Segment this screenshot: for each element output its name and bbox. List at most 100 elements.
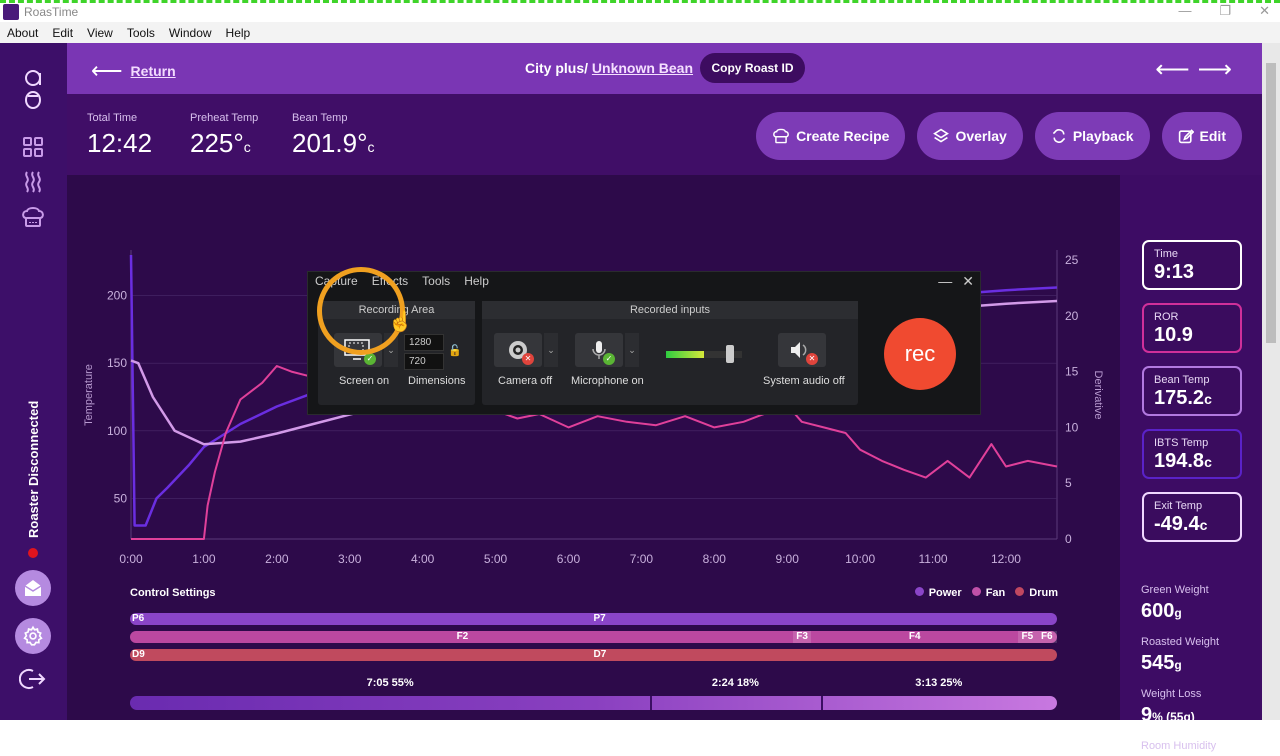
- recorder-menu-help[interactable]: Help: [457, 272, 496, 292]
- breadcrumb-bean-link[interactable]: Unknown Bean: [592, 60, 693, 76]
- drum-segment-label: D9: [132, 649, 145, 660]
- recipe-chef-icon[interactable]: [18, 202, 48, 232]
- x-tick-label: 7:00: [630, 552, 654, 566]
- power-control-bar[interactable]: P6 P7: [130, 613, 1057, 625]
- roast-phase-bar: [130, 696, 1057, 710]
- fan-segment-label: F6: [1036, 631, 1057, 643]
- x-badge-icon: ✕: [522, 353, 534, 365]
- mic-volume-slider[interactable]: [666, 345, 742, 363]
- x-tick-label: 12:00: [991, 552, 1021, 566]
- phase-duration-label: 3:13 25%: [915, 677, 963, 689]
- control-legend: Power Fan Drum: [914, 587, 1058, 599]
- window-title: RoasTime: [24, 5, 79, 19]
- camera-status-label: Camera off: [498, 375, 553, 387]
- settings-button[interactable]: [15, 618, 51, 654]
- live-readings-panel: Time 9:13 ROR 10.9 Bean Temp 175.2c IBTS Temp 1…: [1120, 175, 1262, 752]
- app-root: Roaster Disconnected ⟵ Return City plus/…: [0, 43, 1262, 752]
- drum-control-bar[interactable]: D9 D7: [130, 649, 1057, 661]
- roast-heat-icon[interactable]: [18, 167, 48, 197]
- camera-dropdown-button[interactable]: ⌄: [544, 333, 558, 367]
- y2-tick-label: 20: [1065, 309, 1079, 323]
- maximize-icon[interactable]: ❐: [1219, 3, 1231, 19]
- reading-value: 10.9: [1154, 324, 1193, 346]
- close-icon[interactable]: ✕: [1259, 3, 1270, 19]
- minimize-icon[interactable]: —: [1178, 3, 1191, 19]
- menu-view[interactable]: View: [80, 26, 120, 40]
- system-audio-status-label: System audio off: [763, 375, 845, 387]
- overlay-label: Overlay: [955, 128, 1007, 144]
- menu-edit[interactable]: Edit: [45, 26, 80, 40]
- camera-toggle-button[interactable]: ✕: [494, 333, 542, 367]
- width-input[interactable]: 1280: [404, 334, 444, 351]
- recorder-close-icon[interactable]: ✕: [962, 273, 974, 290]
- reading-card-exit-temp: Exit Temp -49.4c: [1142, 492, 1242, 542]
- top-bar: ⟵ Return City plus/ Unknown Bean Copy Ro…: [67, 43, 1262, 94]
- overlay-button[interactable]: Overlay: [917, 112, 1023, 160]
- brand-logo-icon: [18, 65, 48, 113]
- stat-label: Bean Temp: [292, 112, 348, 124]
- fan-control-bar[interactable]: F2 F3 F4 F5 F6: [130, 631, 1057, 643]
- reading-label: IBTS Temp: [1154, 437, 1209, 449]
- menu-tools[interactable]: Tools: [120, 26, 162, 40]
- create-recipe-button[interactable]: Create Recipe: [756, 112, 906, 160]
- recorded-inputs-group: Recorded inputs ✕ ⌄ ✓ ⌄ ✕ Camera off Mic…: [482, 301, 858, 405]
- menu-window[interactable]: Window: [162, 26, 219, 40]
- playback-button[interactable]: Playback: [1034, 112, 1150, 160]
- menubar: About Edit View Tools Window Help: [0, 22, 1280, 43]
- screen-recorder-window: Capture Effects Tools Help — ✕ Recording…: [307, 271, 981, 415]
- fan-segment-label: F4: [908, 631, 921, 642]
- weight-weight-loss: Weight Loss 9% (55g): [1141, 688, 1201, 727]
- menu-help[interactable]: Help: [219, 26, 258, 40]
- dashboard-grid-icon[interactable]: [18, 132, 48, 162]
- reading-label: Bean Temp: [1154, 374, 1210, 386]
- next-roast-arrow-icon[interactable]: ⟶: [1198, 55, 1232, 84]
- recorded-inputs-header: Recorded inputs: [482, 301, 858, 319]
- system-audio-toggle-button[interactable]: ✕: [778, 333, 826, 367]
- edit-button[interactable]: Edit: [1161, 112, 1242, 160]
- copy-roast-id-button[interactable]: Copy Roast ID: [700, 53, 805, 83]
- y-tick-label: 50: [114, 491, 128, 505]
- fan-segment-label: F3: [792, 631, 812, 643]
- scrollbar-thumb[interactable]: [1266, 63, 1276, 343]
- window-titlebar: RoasTime — ❐ ✕: [0, 0, 1280, 22]
- microphone-dropdown-button[interactable]: ⌄: [625, 333, 639, 367]
- stat-label: Preheat Temp: [190, 112, 259, 124]
- phase-divider: [650, 696, 653, 710]
- lock-aspect-icon[interactable]: 🔓: [448, 344, 462, 357]
- roaster-status: Roaster Disconnected: [23, 398, 43, 543]
- power-segment-label: P7: [593, 613, 606, 624]
- stat-value: 225°c: [190, 128, 258, 159]
- x-tick-label: 2:00: [265, 552, 289, 566]
- weight-label: Weight Loss: [1141, 688, 1202, 700]
- recorder-menu-tools[interactable]: Tools: [415, 272, 457, 292]
- y2-axis-label: Derivative: [1092, 371, 1104, 420]
- x-tick-label: 5:00: [484, 552, 508, 566]
- mic-volume-handle[interactable]: [726, 345, 734, 363]
- x-tick-label: 9:00: [776, 552, 800, 566]
- phase-rate-label: 8C/ Min: [919, 721, 959, 733]
- x-tick-label: 1:00: [192, 552, 216, 566]
- weight-label: Roasted Weight: [1141, 636, 1220, 648]
- record-button[interactable]: rec: [884, 318, 956, 390]
- window-scrollbar[interactable]: [1262, 43, 1280, 720]
- recorder-minimize-icon[interactable]: —: [938, 273, 952, 290]
- breadcrumb: City plus/ Unknown Bean: [525, 60, 693, 76]
- inbox-button[interactable]: [15, 570, 51, 606]
- return-link[interactable]: ⟵ Return: [91, 58, 176, 84]
- previous-roast-arrow-icon[interactable]: ⟵: [1155, 55, 1189, 84]
- legend-power: Power: [914, 587, 962, 599]
- stat-total-time: Total Time 12:42: [87, 112, 152, 159]
- y2-tick-label: 0: [1065, 532, 1072, 546]
- weight-roasted-weight: Roasted Weight 545g: [1141, 636, 1219, 675]
- x-tick-label: 3:00: [338, 552, 362, 566]
- height-input[interactable]: 720: [404, 353, 444, 370]
- logout-icon[interactable]: [18, 664, 48, 694]
- y-axis-label: Temperature: [83, 364, 95, 426]
- edit-label: Edit: [1199, 128, 1226, 144]
- phase-rate-label: 11C/ Min: [713, 721, 758, 733]
- microphone-toggle-button[interactable]: ✓: [575, 333, 623, 367]
- stat-number: 201.9°: [292, 128, 368, 158]
- y2-tick-label: 15: [1065, 365, 1079, 379]
- menu-about[interactable]: About: [0, 26, 45, 40]
- fan-segment-label: F2: [456, 631, 469, 642]
